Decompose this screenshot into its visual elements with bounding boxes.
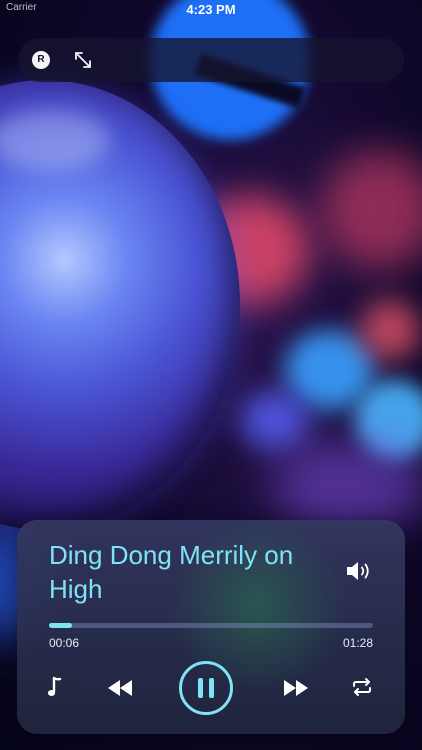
song-title: Ding Dong Merrily on High [49,540,294,604]
screen: Carrier 4:23 PM R Ding Dong Merrily on H… [0,0,422,750]
rating-badge[interactable]: R [32,51,50,69]
expand-button[interactable] [70,47,96,73]
rewind-button[interactable] [105,676,135,700]
top-bar: R [18,38,404,82]
music-note-icon [47,676,62,696]
elapsed-time: 00:06 [49,636,80,650]
fast-forward-icon [284,680,308,696]
pause-icon [198,678,214,698]
progress-bar[interactable] [49,623,373,628]
playlist-button[interactable] [45,674,67,700]
pause-button[interactable] [179,661,233,715]
progress-fill [49,623,72,628]
rewind-icon [108,680,132,696]
volume-icon [347,562,369,580]
repeat-button[interactable] [350,675,374,699]
fast-forward-button[interactable] [281,676,311,700]
glass-ball [0,80,240,530]
total-time: 01:28 [342,636,373,650]
expand-icon [75,52,91,68]
repeat-icon [353,678,371,696]
volume-button[interactable] [344,558,374,584]
status-time: 4:23 PM [186,2,236,17]
player-card: Ding Dong Merrily on High 00:06 01:28 [17,520,405,734]
